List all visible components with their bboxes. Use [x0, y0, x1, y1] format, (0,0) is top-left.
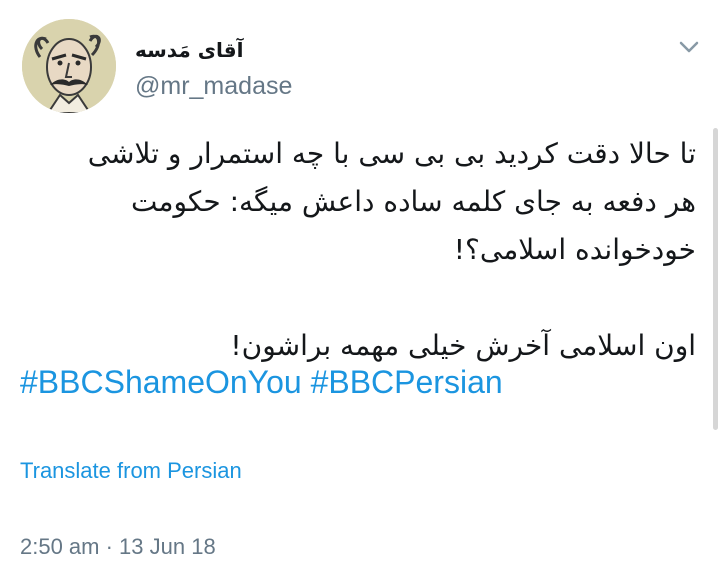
tweet-line: خودخوانده اسلامی؟! [453, 233, 696, 266]
user-handle[interactable]: @mr_madase [135, 72, 292, 101]
tweet-line: هر دفعه به جای کلمه ساده داعش میگه: حکوم… [130, 185, 696, 218]
tweet-line: تا حالا دقت کردید بی بی سی با چه استمرار… [87, 137, 696, 170]
avatar[interactable] [22, 19, 116, 113]
hashtag-link[interactable]: #BBCShameOnYou [20, 364, 302, 400]
hashtag-link[interactable]: #BBCPersian [311, 364, 503, 400]
translate-link[interactable]: Translate from Persian [20, 458, 242, 484]
scrollbar[interactable] [713, 128, 718, 430]
tweet-line: اون اسلامی آخرش خیلی مهمه براشون! [230, 329, 696, 362]
hashtags: #BBCShameOnYou #BBCPersian [20, 364, 503, 401]
tweet-text: تا حالا دقت کردید بی بی سی با چه استمرار… [20, 130, 696, 370]
timestamp: 2:50 am · 13 Jun 18 [20, 534, 216, 559]
paragraph-break [20, 274, 696, 322]
cartoon-portrait-icon [22, 19, 116, 113]
display-name[interactable]: آقای مَدسه [135, 38, 244, 62]
chevron-down-icon[interactable] [676, 36, 702, 58]
